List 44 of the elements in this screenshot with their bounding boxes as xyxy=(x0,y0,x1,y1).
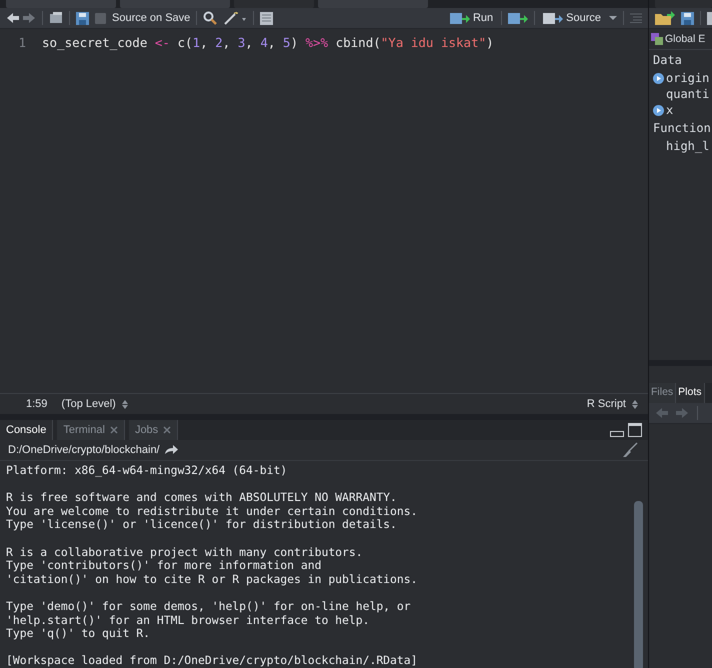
variable-name[interactable]: high_l xyxy=(666,139,710,153)
window-icon[interactable] xyxy=(49,12,63,24)
code-line: so_secret_code <- c(1, 2, 3, 4, 5) %>% cbind("Ya idu iskat") xyxy=(42,35,494,50)
source-button[interactable]: Source xyxy=(541,12,603,24)
variable-name[interactable]: x xyxy=(666,103,674,117)
environment-selector[interactable]: Global E xyxy=(665,33,706,45)
save-icon[interactable] xyxy=(76,12,89,24)
close-icon[interactable] xyxy=(110,426,118,434)
updown-caret-icon[interactable] xyxy=(122,400,128,408)
back-forward-arrows-icon[interactable] xyxy=(6,12,36,24)
updown-caret-icon[interactable] xyxy=(632,400,638,408)
close-icon[interactable] xyxy=(163,426,172,434)
working-directory: D:/OneDrive/crypto/blockchain/ xyxy=(8,444,160,456)
document-lines-icon[interactable] xyxy=(260,12,274,24)
search-icon[interactable] xyxy=(203,11,218,25)
expand-icon[interactable] xyxy=(653,104,664,116)
source-on-save-checkbox[interactable] xyxy=(95,12,106,24)
run-button[interactable]: Run xyxy=(448,12,496,24)
curved-arrow-icon[interactable] xyxy=(164,445,178,455)
cursor-position: 1:59 xyxy=(26,398,48,410)
scrollbar-thumb[interactable] xyxy=(634,501,643,668)
dropdown-caret-icon[interactable] xyxy=(609,15,617,21)
console-tab[interactable]: Terminal xyxy=(57,420,125,440)
console-output: Platform: x86_64-w64-mingw32/x64 (64-bit) R is free software and comes with ABSOLUTELY NO WARRANTY. You are welcome to redistribute it under certain conditions. Type 'license()' or 'licence()' for distribution details. R is a collaborative project with many contributors. Type 'contributors()' for more information and 'citation()' on how to cite R or R packages in publications. Type 'demo()' for some demos, 'help()' for on-line help, or 'help.start()' for an HTML browser interface to help. Type 'q()' to quit R. [Workspace loaded from D:/OneDrive/crypto/blockchain/.RData] xyxy=(5,462,418,668)
save-icon[interactable] xyxy=(681,12,694,24)
maximize-icon[interactable] xyxy=(628,423,642,437)
variable-name[interactable]: quanti xyxy=(666,87,710,101)
run-arrow-icon xyxy=(450,12,470,24)
source-arrow-icon xyxy=(543,12,564,24)
variable-name[interactable]: origin xyxy=(666,71,710,85)
file-type-selector[interactable]: R Script xyxy=(586,398,626,410)
console-tab[interactable]: Console xyxy=(0,420,54,440)
environment-icon xyxy=(651,33,663,45)
magic-wand-icon[interactable] xyxy=(223,11,248,25)
source-on-save-label: Source on Save xyxy=(112,12,190,24)
rerun-icon[interactable] xyxy=(508,12,528,24)
console-tab[interactable]: Jobs xyxy=(128,420,178,440)
broom-icon[interactable] xyxy=(622,442,638,458)
pane-tab[interactable]: Plots xyxy=(676,383,705,403)
line-number: 1 xyxy=(17,35,27,50)
open-folder-icon[interactable] xyxy=(655,11,675,25)
pane-tab[interactable]: Files xyxy=(649,383,676,403)
scope-selector[interactable]: (Top Level) xyxy=(61,398,116,410)
expand-icon[interactable] xyxy=(653,72,664,84)
